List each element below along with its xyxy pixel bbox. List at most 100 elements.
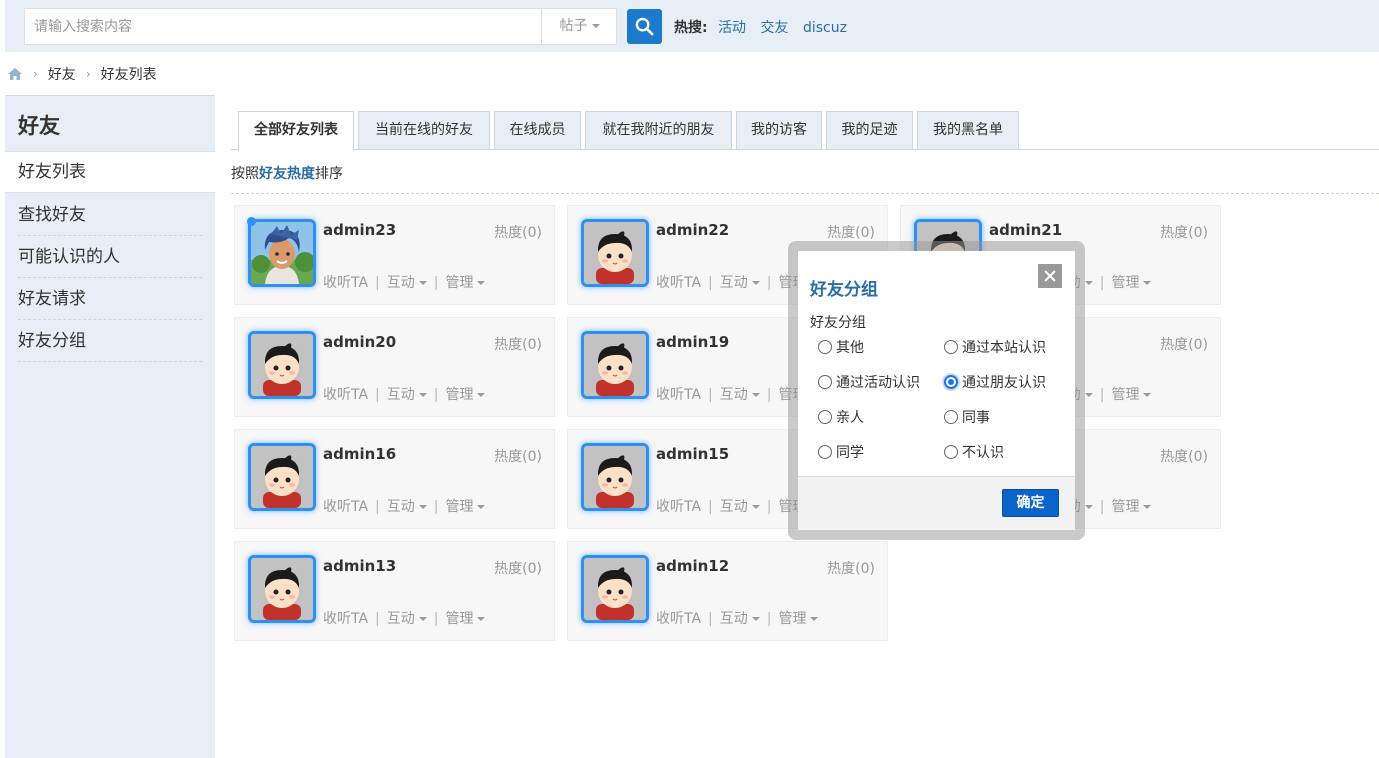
action-separator: | (708, 611, 713, 627)
chevron-down-icon (591, 24, 600, 28)
sort-key-link[interactable]: 好友热度 (259, 166, 315, 182)
search-input[interactable] (25, 9, 541, 44)
interact-label: 互动 (386, 499, 415, 515)
manage-menu[interactable]: 管理 (1111, 499, 1152, 515)
tab-nearby-friends[interactable]: 就在我附近的朋友 (585, 111, 732, 149)
default-avatar[interactable] (248, 443, 316, 511)
follow-link[interactable]: 收听TA (656, 499, 701, 515)
default-avatar[interactable] (248, 555, 316, 623)
friend-username[interactable]: admin21 (989, 221, 1062, 239)
tab-online-members[interactable]: 在线成员 (494, 111, 581, 149)
search-type-dropdown[interactable]: 帖子 (541, 9, 617, 44)
breadcrumb-separator: › (85, 67, 91, 81)
follow-link[interactable]: 收听TA (656, 387, 701, 403)
dialog-body: 好友分组 好友分组 其他 通过本站认识 通过活动认识 通过朋友认识 亲人 同事 同学 不认识 … (798, 251, 1075, 530)
friend-username[interactable]: admin16 (323, 445, 396, 463)
interact-menu[interactable]: 互动 (387, 387, 427, 403)
manage-menu[interactable]: 管理 (778, 611, 819, 627)
radio-button[interactable] (818, 340, 832, 354)
group-option[interactable]: 通过朋友认识 (944, 372, 1046, 392)
manage-menu[interactable]: 管理 (1111, 275, 1152, 291)
tab-all-friends[interactable]: 全部好友列表 (238, 111, 354, 151)
friend-username[interactable]: admin12 (656, 557, 729, 575)
follow-link[interactable]: 收听TA (656, 611, 701, 627)
anime-avatar[interactable] (248, 219, 316, 287)
chevron-down-icon (1143, 505, 1152, 509)
dialog-title: 好友分组 (810, 280, 878, 300)
group-option[interactable]: 其他 (818, 337, 864, 357)
default-avatar[interactable] (581, 331, 649, 399)
action-separator: | (1099, 499, 1105, 515)
sidebar-item-find-friends[interactable]: 查找好友 (18, 194, 202, 236)
confirm-button[interactable]: 确定 (1002, 489, 1059, 517)
follow-link[interactable]: 收听TA (323, 387, 368, 403)
interact-menu[interactable]: 互动 (720, 387, 760, 403)
interact-menu[interactable]: 互动 (387, 611, 427, 627)
manage-menu[interactable]: 管理 (445, 275, 486, 291)
option-label: 通过本站认识 (962, 340, 1046, 356)
interact-menu[interactable]: 互动 (387, 275, 427, 291)
tab-my-footprints[interactable]: 我的足迹 (826, 111, 913, 149)
chevron-down-icon (1143, 281, 1152, 285)
tab-my-blacklist[interactable]: 我的黑名单 (917, 111, 1019, 149)
group-option[interactable]: 通过本站认识 (944, 337, 1046, 357)
radio-button[interactable] (818, 375, 832, 389)
sidebar-item-people-you-may-know[interactable]: 可能认识的人 (18, 236, 202, 278)
follow-link[interactable]: 收听TA (323, 275, 368, 291)
follow-link[interactable]: 收听TA (656, 275, 701, 291)
manage-menu[interactable]: 管理 (1111, 387, 1152, 403)
sidebar-item-friend-groups[interactable]: 好友分组 (18, 320, 202, 362)
tab-my-visitors[interactable]: 我的访客 (736, 111, 822, 149)
friend-username[interactable]: admin20 (323, 333, 396, 351)
hot-link-dating[interactable]: 交友 (761, 20, 789, 36)
group-option[interactable]: 亲人 (818, 407, 864, 427)
group-option[interactable]: 不认识 (944, 442, 1004, 462)
breadcrumb-friends[interactable]: 好友 (48, 64, 76, 84)
default-avatar[interactable] (581, 219, 649, 287)
interact-menu[interactable]: 互动 (387, 499, 427, 515)
chevron-down-icon (1084, 393, 1093, 397)
sidebar-title: 好友 (18, 114, 60, 138)
sidebar-item-friend-requests[interactable]: 好友请求 (18, 278, 202, 320)
breadcrumb-friend-list[interactable]: 好友列表 (101, 64, 157, 84)
online-status-icon (247, 217, 256, 226)
interact-menu[interactable]: 互动 (720, 499, 760, 515)
hot-link-discuz[interactable]: discuz (803, 20, 847, 36)
friend-username[interactable]: admin22 (656, 221, 729, 239)
follow-link[interactable]: 收听TA (323, 611, 368, 627)
sidebar-item-friend-list[interactable]: 好友列表 (5, 151, 215, 193)
manage-menu[interactable]: 管理 (445, 611, 486, 627)
group-option[interactable]: 同事 (944, 407, 990, 427)
manage-menu[interactable]: 管理 (445, 387, 486, 403)
group-option[interactable]: 同学 (818, 442, 864, 462)
search-button[interactable] (627, 9, 662, 44)
default-avatar[interactable] (581, 443, 649, 511)
tab-online-friends[interactable]: 当前在线的好友 (358, 111, 490, 149)
friend-username[interactable]: admin13 (323, 557, 396, 575)
default-avatar[interactable] (248, 331, 316, 399)
top-search-bar: 帖子 热搜: 活动 交友 discuz (5, 0, 1379, 52)
manage-menu[interactable]: 管理 (445, 499, 486, 515)
follow-link[interactable]: 收听TA (323, 499, 368, 515)
hot-link-activity[interactable]: 活动 (718, 20, 746, 36)
radio-button[interactable] (944, 375, 958, 389)
radio-button[interactable] (944, 340, 958, 354)
action-separator: | (375, 499, 380, 515)
radio-button[interactable] (818, 445, 832, 459)
home-icon[interactable] (7, 67, 23, 81)
interact-menu[interactable]: 互动 (720, 275, 760, 291)
group-option[interactable]: 通过活动认识 (818, 372, 920, 392)
close-icon[interactable] (1038, 264, 1062, 288)
action-separator: | (433, 499, 439, 515)
interact-menu[interactable]: 互动 (720, 611, 760, 627)
friend-username[interactable]: admin15 (656, 445, 729, 463)
friend-username[interactable]: admin23 (323, 221, 396, 239)
radio-button[interactable] (944, 410, 958, 424)
default-avatar[interactable] (581, 555, 649, 623)
search-type-label: 帖子 (559, 18, 588, 34)
radio-button[interactable] (944, 445, 958, 459)
friend-username[interactable]: admin19 (656, 333, 729, 351)
chevron-down-icon (1084, 281, 1093, 285)
option-label: 同事 (962, 410, 990, 426)
radio-button[interactable] (818, 410, 832, 424)
